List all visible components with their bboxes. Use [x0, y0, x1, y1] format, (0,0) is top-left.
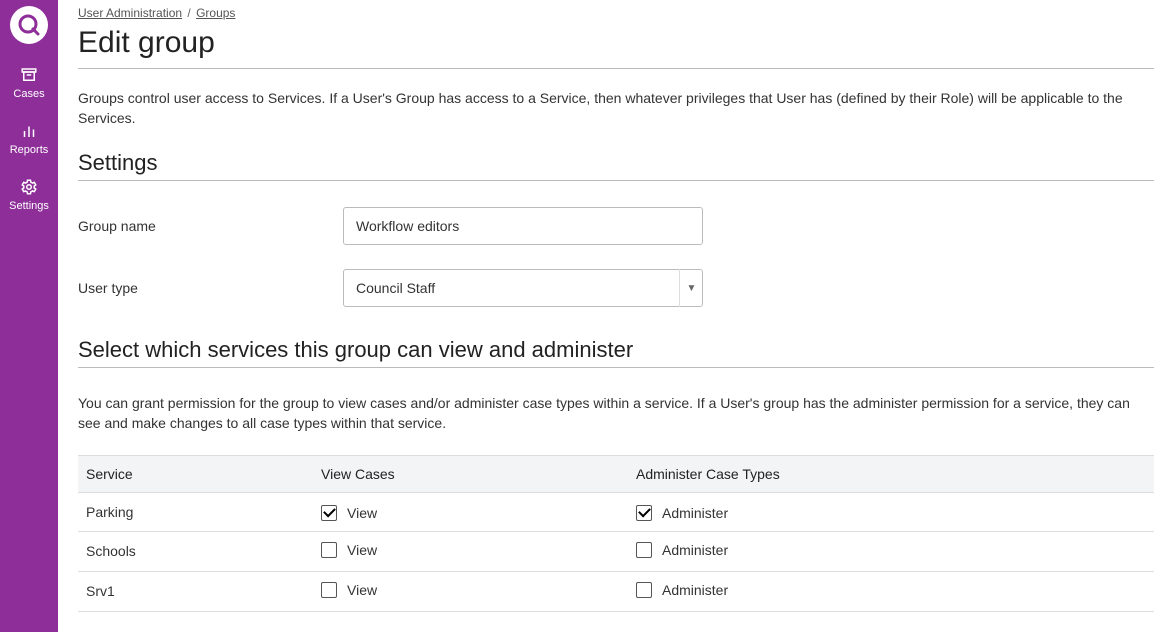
user-type-select[interactable]: Council Staff	[343, 269, 703, 307]
user-type-label: User type	[78, 280, 343, 296]
nav-reports[interactable]: Reports	[0, 122, 58, 156]
checkbox-icon	[321, 505, 337, 521]
checkbox-icon	[321, 582, 337, 598]
page-description: Groups control user access to Services. …	[78, 89, 1154, 128]
view-checkbox-label: View	[347, 542, 377, 558]
view-checkbox[interactable]: View	[321, 582, 377, 598]
view-checkbox-label: View	[347, 582, 377, 598]
administer-checkbox-label: Administer	[662, 505, 728, 521]
nav-label: Settings	[9, 200, 49, 212]
breadcrumb-parent[interactable]: User Administration	[78, 6, 182, 20]
nav-label: Reports	[10, 144, 49, 156]
services-description: You can grant permission for the group t…	[78, 394, 1154, 433]
view-checkbox[interactable]: View	[321, 542, 377, 558]
administer-checkbox[interactable]: Administer	[636, 505, 728, 521]
checkbox-icon	[636, 505, 652, 521]
table-row: Srv1 View Administer	[78, 571, 1154, 611]
logo-icon	[17, 13, 41, 37]
gear-icon	[20, 178, 38, 196]
user-type-value: Council Staff	[356, 280, 435, 296]
col-view-header: View Cases	[313, 456, 628, 493]
main-content: User Administration / Groups Edit group …	[58, 0, 1174, 632]
breadcrumb-current[interactable]: Groups	[196, 6, 235, 20]
checkbox-icon	[636, 542, 652, 558]
view-checkbox[interactable]: View	[321, 505, 377, 521]
view-checkbox-label: View	[347, 505, 377, 521]
divider	[78, 68, 1154, 69]
sidebar: Cases Reports Settings	[0, 0, 58, 632]
col-service-header: Service	[78, 456, 313, 493]
divider	[78, 367, 1154, 368]
service-name-cell: Srv1	[78, 571, 313, 611]
page-title: Edit group	[78, 26, 1154, 60]
nav-label: Cases	[13, 88, 44, 100]
settings-heading: Settings	[78, 150, 1154, 176]
divider	[78, 180, 1154, 181]
administer-checkbox-label: Administer	[662, 582, 728, 598]
group-name-input[interactable]	[343, 207, 703, 245]
bar-chart-icon	[20, 122, 38, 140]
breadcrumb: User Administration / Groups	[78, 6, 1154, 20]
group-name-label: Group name	[78, 218, 343, 234]
col-admin-header: Administer Case Types	[628, 456, 1154, 493]
administer-checkbox[interactable]: Administer	[636, 542, 728, 558]
checkbox-icon	[636, 582, 652, 598]
nav-settings[interactable]: Settings	[0, 178, 58, 212]
service-name-cell: Schools	[78, 531, 313, 571]
service-name-cell: Parking	[78, 493, 313, 532]
nav-cases[interactable]: Cases	[0, 66, 58, 100]
table-row: Schools View Administer	[78, 531, 1154, 571]
app-logo	[10, 6, 48, 44]
checkbox-icon	[321, 542, 337, 558]
administer-checkbox-label: Administer	[662, 542, 728, 558]
archive-icon	[20, 66, 38, 84]
administer-checkbox[interactable]: Administer	[636, 582, 728, 598]
services-table: Service View Cases Administer Case Types…	[78, 455, 1154, 612]
services-heading: Select which services this group can vie…	[78, 337, 1154, 363]
table-row: Parking View Administer	[78, 493, 1154, 532]
